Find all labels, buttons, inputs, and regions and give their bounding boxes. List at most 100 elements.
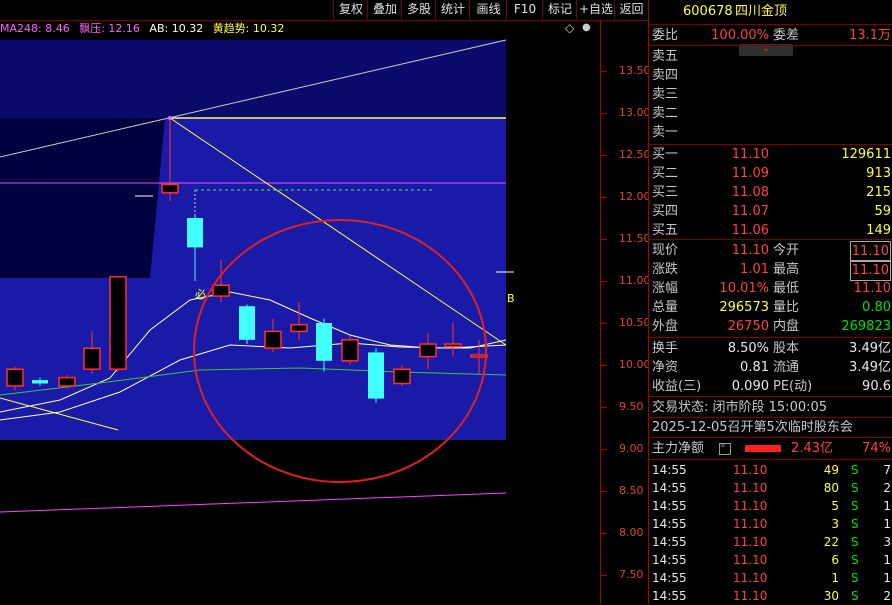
buy-level-row[interactable]: 买五 11.06 149 xyxy=(649,221,892,240)
quote-row[interactable]: 总量 296573 量比 0.80 xyxy=(649,298,892,317)
tick-count: 7 xyxy=(883,463,891,477)
indicator-legend: MA248: 8.46 飘压: 12.16 AB: 10.32 黄趋势: 10.… xyxy=(0,21,290,37)
tick-row: 14:55 11.10 5 S 1 xyxy=(649,497,892,515)
candle-body[interactable] xyxy=(419,343,437,358)
candle-body[interactable] xyxy=(470,354,488,358)
sell-level-row[interactable]: 卖三 xyxy=(649,85,892,104)
huang-value: 黄趋势: 10.32 xyxy=(212,22,285,35)
dot-icon[interactable]: ● xyxy=(582,22,591,33)
fin-value: 3.49亿 xyxy=(849,341,891,356)
multi-stock-button[interactable]: 多股 xyxy=(401,0,436,19)
buy-level-row[interactable]: 买三 11.08 215 xyxy=(649,183,892,202)
sell-level-row[interactable]: 卖二 xyxy=(649,104,892,123)
f10-button[interactable]: F10 xyxy=(506,0,543,19)
price-tick-label: 10.50 xyxy=(619,316,651,329)
add-watchlist-button[interactable]: +自选 xyxy=(576,0,615,19)
mark-button[interactable]: 标记 xyxy=(542,0,577,19)
fuquan-button[interactable]: 复权 xyxy=(333,0,368,19)
price-tick-mark xyxy=(601,197,607,198)
fin-value: 0.090 xyxy=(731,379,769,394)
quote-label: 最高 xyxy=(773,262,800,277)
candle-body[interactable] xyxy=(212,284,230,297)
candle-body[interactable] xyxy=(239,306,255,340)
fin-label: PE(动) xyxy=(773,379,813,394)
weibi-row: 委比 100.00% 委差 13.1万 xyxy=(649,26,892,45)
kline-chart[interactable]: 必 B xyxy=(0,0,600,604)
tick-price: 11.10 xyxy=(733,463,768,477)
candle-body[interactable] xyxy=(161,183,179,194)
back-button[interactable]: 返回 xyxy=(614,0,648,19)
overlay-button[interactable]: 叠加 xyxy=(367,0,402,19)
candle-body[interactable] xyxy=(187,218,203,248)
sell-level-row[interactable]: 卖五 xyxy=(649,47,892,66)
kline-svg[interactable]: 必 B xyxy=(0,0,600,604)
quote-row[interactable]: 现价 11.10 今开 11.10 xyxy=(649,241,892,262)
price-tick-label: 12.00 xyxy=(619,190,651,203)
notice-text[interactable]: 2025-12-05召开第5次临时股东会 xyxy=(652,418,853,437)
tick-count: 1 xyxy=(883,517,891,531)
diamond-icon[interactable]: ◇ xyxy=(565,21,574,35)
candle-body[interactable] xyxy=(316,323,332,361)
buy-level-volume: 129611 xyxy=(841,147,891,162)
candle-body[interactable] xyxy=(58,376,76,387)
candle-body[interactable] xyxy=(83,347,101,370)
tick-count: 1 xyxy=(883,571,891,585)
candle-body[interactable] xyxy=(368,352,384,399)
tick-side: S xyxy=(851,571,859,585)
price-tick-mark xyxy=(601,407,607,408)
price-axis: 13.50 13.00 12.50 12.00 11.50 11.00 10.50 10.00… xyxy=(600,20,651,604)
buy-level-row[interactable]: 买二 11.09 913 xyxy=(649,164,892,183)
candle-body[interactable] xyxy=(341,339,359,362)
tick-count: 3 xyxy=(883,535,891,549)
tick-time: 14:55 xyxy=(652,553,687,567)
tick-price: 11.10 xyxy=(733,517,768,531)
candle-body[interactable] xyxy=(444,343,462,348)
candle-body[interactable] xyxy=(109,276,127,370)
tick-price: 11.10 xyxy=(733,499,768,513)
candle-body[interactable] xyxy=(393,368,411,385)
candle-body[interactable] xyxy=(6,368,24,387)
quote-value: 11.10 xyxy=(853,281,891,296)
list-icon[interactable]: ≡ xyxy=(719,442,731,455)
quote-value: 1.01 xyxy=(740,262,769,277)
b-mark: B xyxy=(507,292,515,305)
buy-level-price: 11.08 xyxy=(731,185,769,200)
fin-row[interactable]: 收益(三) 0.090 PE(动) 90.6 xyxy=(649,377,892,396)
tick-count: 2 xyxy=(883,481,891,495)
tick-row: 14:55 11.10 22 S 3 xyxy=(649,533,892,551)
price-tick-mark xyxy=(601,533,607,534)
quote-label: 涨幅 xyxy=(652,281,679,296)
buy-level-row[interactable]: 买一 11.10 129611 xyxy=(649,145,892,164)
candle-body[interactable] xyxy=(32,380,48,384)
fin-label: 收益(三) xyxy=(652,379,702,394)
fin-label: 净资 xyxy=(652,360,679,375)
sell-level-label: 卖五 xyxy=(652,49,679,64)
quote-row[interactable]: 涨幅 10.01% 最低 11.10 xyxy=(649,279,892,298)
sell-level-label: 卖三 xyxy=(652,87,679,102)
buy-level-row[interactable]: 买四 11.07 59 xyxy=(649,202,892,221)
quote-row[interactable]: 外盘 26750 内盘 269823 xyxy=(649,317,892,336)
weibi-value: 100.00% xyxy=(711,28,769,43)
price-tick-label: 9.00 xyxy=(619,442,644,455)
ab-value: AB: 10.32 xyxy=(149,22,204,35)
quote-row[interactable]: 涨跌 1.01 最高 11.10 xyxy=(649,260,892,281)
stock-code: 600678 xyxy=(683,4,733,19)
buy-level-label: 买三 xyxy=(652,185,679,200)
fin-label: 股本 xyxy=(773,341,800,356)
candle-body[interactable] xyxy=(264,330,282,349)
stock-name: 四川金顶 xyxy=(735,4,788,19)
quote-label: 最低 xyxy=(773,281,800,296)
sell-level-row[interactable]: 卖一 xyxy=(649,123,892,142)
quote-value: 11.10 xyxy=(849,241,891,262)
draw-line-button[interactable]: 画线 xyxy=(469,0,507,19)
stats-button[interactable]: 统计 xyxy=(435,0,470,19)
fin-value: 90.6 xyxy=(862,379,891,394)
fin-row[interactable]: 换手 8.50% 股本 3.49亿 xyxy=(649,339,892,358)
sell-level-row[interactable]: 卖四 xyxy=(649,66,892,85)
signal-label: 必 xyxy=(195,288,206,301)
tick-side: S xyxy=(851,481,859,495)
notice-row[interactable]: 2025-12-05召开第5次临时股东会 xyxy=(649,418,892,437)
weicha-label: 委差 xyxy=(773,28,800,43)
candle-body[interactable] xyxy=(290,323,308,333)
fin-row[interactable]: 净资 0.81 流通 3.49亿 xyxy=(649,358,892,377)
